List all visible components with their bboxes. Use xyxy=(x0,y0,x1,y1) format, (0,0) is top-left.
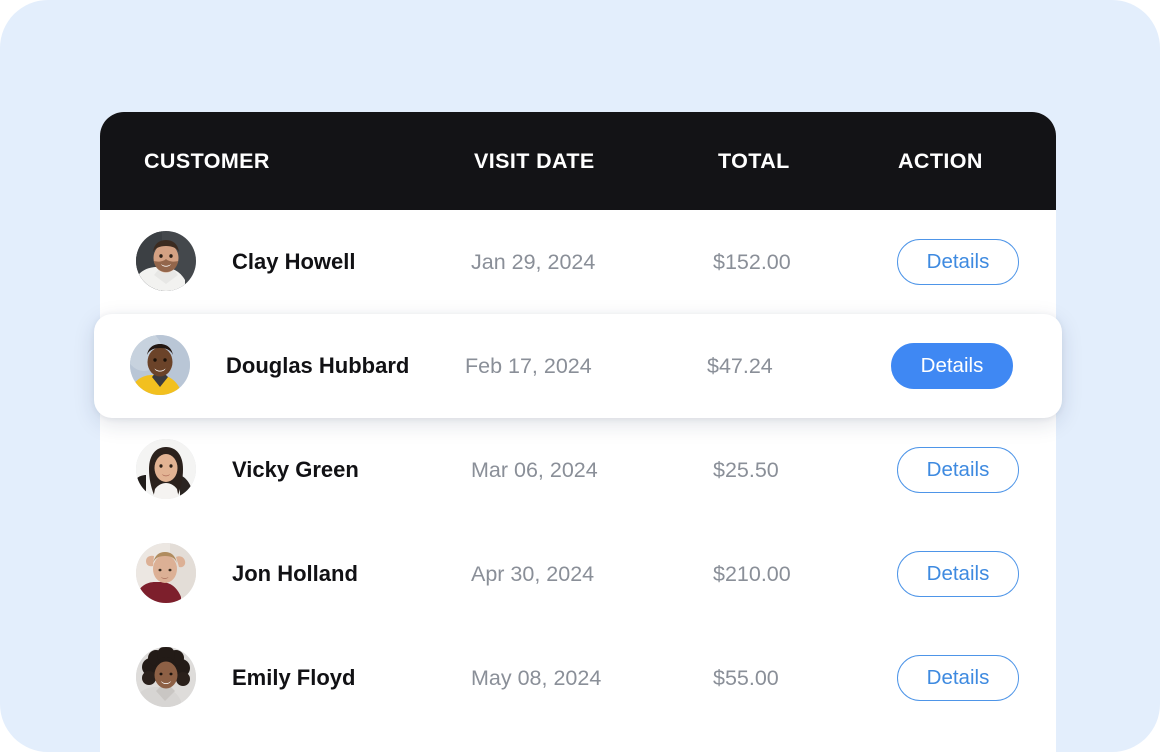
action-cell: Details xyxy=(897,447,1019,493)
table-row[interactable]: Jon Holland Apr 30, 2024 $210.00 Details xyxy=(100,522,1056,626)
table-row[interactable]: Vicky Green Mar 06, 2024 $25.50 Details xyxy=(100,418,1056,522)
order-total: $210.00 xyxy=(713,562,791,587)
order-total: $152.00 xyxy=(713,250,791,275)
customer-name: Jon Holland xyxy=(232,561,358,587)
visit-date: Feb 17, 2024 xyxy=(465,354,592,379)
customer-name: Clay Howell xyxy=(232,249,355,275)
order-total: $55.00 xyxy=(713,666,779,691)
avatar xyxy=(136,647,198,709)
details-button[interactable]: Details xyxy=(897,655,1019,701)
customers-table-card: CUSTOMER VISIT DATE TOTAL ACTION Clay Ho… xyxy=(100,112,1056,752)
avatar xyxy=(136,231,198,293)
avatar xyxy=(130,335,192,397)
column-header-customer: CUSTOMER xyxy=(144,149,270,174)
customer-name: Vicky Green xyxy=(232,457,359,483)
customer-name: Emily Floyd xyxy=(232,665,355,691)
app-root: CUSTOMER VISIT DATE TOTAL ACTION Clay Ho… xyxy=(0,0,1160,752)
table-row[interactable]: Douglas Hubbard Feb 17, 2024 $47.24 Details xyxy=(94,314,1062,418)
order-total: $25.50 xyxy=(713,458,779,483)
visit-date: Jan 29, 2024 xyxy=(471,250,595,275)
details-button[interactable]: Details xyxy=(897,239,1019,285)
table-header-row: CUSTOMER VISIT DATE TOTAL ACTION xyxy=(100,112,1056,210)
visit-date: Mar 06, 2024 xyxy=(471,458,598,483)
customer-name: Douglas Hubbard xyxy=(226,353,409,379)
table-row[interactable]: Clay Howell Jan 29, 2024 $152.00 Details xyxy=(100,210,1056,314)
visit-date: May 08, 2024 xyxy=(471,666,601,691)
details-button[interactable]: Details xyxy=(897,447,1019,493)
order-total: $47.24 xyxy=(707,354,773,379)
table-body: Clay Howell Jan 29, 2024 $152.00 Details Dou… xyxy=(100,210,1056,730)
avatar xyxy=(136,439,198,501)
action-cell: Details xyxy=(897,239,1019,285)
details-button[interactable]: Details xyxy=(891,343,1013,389)
action-cell: Details xyxy=(891,343,1013,389)
column-header-visit-date: VISIT DATE xyxy=(474,149,595,174)
details-button[interactable]: Details xyxy=(897,551,1019,597)
action-cell: Details xyxy=(897,655,1019,701)
column-header-total: TOTAL xyxy=(718,149,790,174)
avatar xyxy=(136,543,198,605)
visit-date: Apr 30, 2024 xyxy=(471,562,594,587)
table-row[interactable]: Emily Floyd May 08, 2024 $55.00 Details xyxy=(100,626,1056,730)
action-cell: Details xyxy=(897,551,1019,597)
column-header-action: ACTION xyxy=(898,149,983,174)
background-panel: CUSTOMER VISIT DATE TOTAL ACTION Clay Ho… xyxy=(0,0,1160,752)
